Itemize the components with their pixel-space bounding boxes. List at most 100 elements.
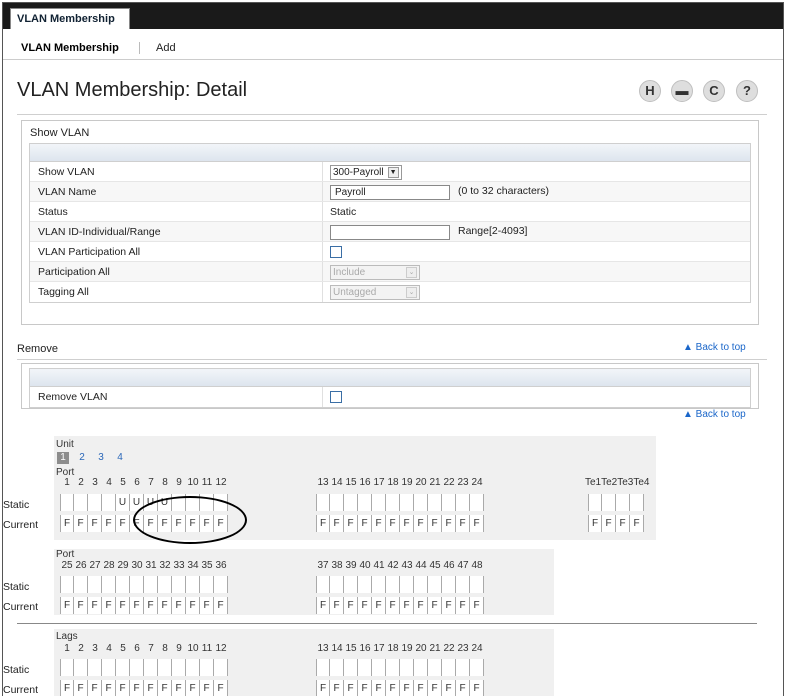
- port-cell[interactable]: F: [456, 597, 470, 614]
- port-cell[interactable]: F: [102, 515, 116, 532]
- port-cell[interactable]: F: [428, 597, 442, 614]
- port-cell[interactable]: F: [74, 680, 88, 696]
- port-cell[interactable]: F: [344, 515, 358, 532]
- port-cell[interactable]: F: [172, 680, 186, 696]
- nav-vlan-membership[interactable]: VLAN Membership: [21, 42, 119, 54]
- port-cell[interactable]: [358, 494, 372, 511]
- unit-3-link[interactable]: 3: [95, 452, 107, 464]
- port-cell[interactable]: F: [74, 597, 88, 614]
- port-cell[interactable]: [400, 494, 414, 511]
- port-cell[interactable]: F: [400, 597, 414, 614]
- port-cell[interactable]: [158, 576, 172, 593]
- port-cell[interactable]: [200, 659, 214, 676]
- port-cell[interactable]: [386, 659, 400, 676]
- port-cell[interactable]: F: [400, 515, 414, 532]
- port-cell[interactable]: F: [428, 515, 442, 532]
- port-cell[interactable]: F: [372, 515, 386, 532]
- port-cell[interactable]: F: [330, 597, 344, 614]
- port-cell[interactable]: [102, 659, 116, 676]
- port-cell[interactable]: [428, 576, 442, 593]
- port-cell[interactable]: [316, 494, 330, 511]
- port-cell[interactable]: F: [414, 515, 428, 532]
- print-icon[interactable]: ▬: [671, 80, 693, 102]
- port-cell[interactable]: F: [316, 597, 330, 614]
- port-cell[interactable]: [330, 576, 344, 593]
- port-cell[interactable]: F: [470, 515, 484, 532]
- port-cell[interactable]: F: [186, 597, 200, 614]
- port-cell[interactable]: [186, 576, 200, 593]
- port-cell[interactable]: F: [630, 515, 644, 532]
- port-cell[interactable]: [186, 659, 200, 676]
- port-cell[interactable]: [172, 659, 186, 676]
- port-cell[interactable]: F: [428, 680, 442, 696]
- port-cell[interactable]: [316, 659, 330, 676]
- port-cell[interactable]: F: [372, 680, 386, 696]
- port-cell[interactable]: [358, 659, 372, 676]
- tab-vlan-membership[interactable]: VLAN Membership: [10, 8, 130, 29]
- port-cell[interactable]: U: [116, 494, 130, 511]
- port-cell[interactable]: F: [386, 515, 400, 532]
- port-cell[interactable]: [74, 576, 88, 593]
- port-cell[interactable]: F: [158, 680, 172, 696]
- port-cell[interactable]: F: [442, 515, 456, 532]
- port-cell[interactable]: [144, 576, 158, 593]
- vlan-name-input[interactable]: Payroll: [330, 184, 450, 200]
- port-cell[interactable]: [470, 494, 484, 511]
- port-cell[interactable]: [414, 659, 428, 676]
- port-cell[interactable]: F: [130, 597, 144, 614]
- port-cell[interactable]: [442, 659, 456, 676]
- port-cell[interactable]: [144, 659, 158, 676]
- port-cell[interactable]: F: [442, 680, 456, 696]
- tagging-all-select[interactable]: Untagged ⌄: [330, 284, 420, 300]
- port-cell[interactable]: [88, 576, 102, 593]
- back-to-top-link[interactable]: ▲ Back to top: [683, 342, 746, 353]
- port-cell[interactable]: [470, 576, 484, 593]
- port-cell[interactable]: F: [158, 597, 172, 614]
- port-cell[interactable]: [428, 494, 442, 511]
- show-vlan-select[interactable]: 300-Payroll ▼: [330, 164, 402, 180]
- port-cell[interactable]: [456, 659, 470, 676]
- port-cell[interactable]: [372, 576, 386, 593]
- port-cell[interactable]: [130, 576, 144, 593]
- port-cell[interactable]: F: [316, 515, 330, 532]
- port-cell[interactable]: F: [616, 515, 630, 532]
- port-cell[interactable]: [74, 659, 88, 676]
- unit-1-link[interactable]: 1: [57, 452, 69, 464]
- port-cell[interactable]: F: [60, 515, 74, 532]
- port-cell[interactable]: F: [456, 680, 470, 696]
- port-cell[interactable]: F: [358, 597, 372, 614]
- port-cell[interactable]: F: [60, 597, 74, 614]
- port-cell[interactable]: F: [400, 680, 414, 696]
- refresh-icon[interactable]: C: [703, 80, 725, 102]
- port-cell[interactable]: [372, 659, 386, 676]
- port-cell[interactable]: F: [316, 680, 330, 696]
- port-cell[interactable]: F: [88, 680, 102, 696]
- port-cell[interactable]: [60, 494, 74, 511]
- port-cell[interactable]: F: [414, 680, 428, 696]
- port-cell[interactable]: F: [186, 680, 200, 696]
- port-cell[interactable]: F: [74, 515, 88, 532]
- port-cell[interactable]: F: [386, 680, 400, 696]
- vlan-id-input[interactable]: [330, 224, 450, 240]
- port-cell[interactable]: F: [330, 515, 344, 532]
- port-cell[interactable]: F: [88, 515, 102, 532]
- port-cell[interactable]: F: [372, 597, 386, 614]
- port-cell[interactable]: [214, 576, 228, 593]
- port-cell[interactable]: F: [330, 680, 344, 696]
- port-cell[interactable]: F: [358, 515, 372, 532]
- port-cell[interactable]: F: [344, 597, 358, 614]
- port-cell[interactable]: [386, 494, 400, 511]
- port-cell[interactable]: F: [116, 680, 130, 696]
- port-cell[interactable]: [116, 576, 130, 593]
- port-cell[interactable]: F: [214, 597, 228, 614]
- port-cell[interactable]: [414, 494, 428, 511]
- port-cell[interactable]: F: [414, 597, 428, 614]
- port-cell[interactable]: [60, 659, 74, 676]
- port-cell[interactable]: [158, 659, 172, 676]
- port-cell[interactable]: F: [456, 515, 470, 532]
- port-cell[interactable]: [442, 494, 456, 511]
- port-cell[interactable]: F: [116, 515, 130, 532]
- port-cell[interactable]: F: [144, 597, 158, 614]
- save-icon[interactable]: H: [639, 80, 661, 102]
- port-cell[interactable]: F: [172, 597, 186, 614]
